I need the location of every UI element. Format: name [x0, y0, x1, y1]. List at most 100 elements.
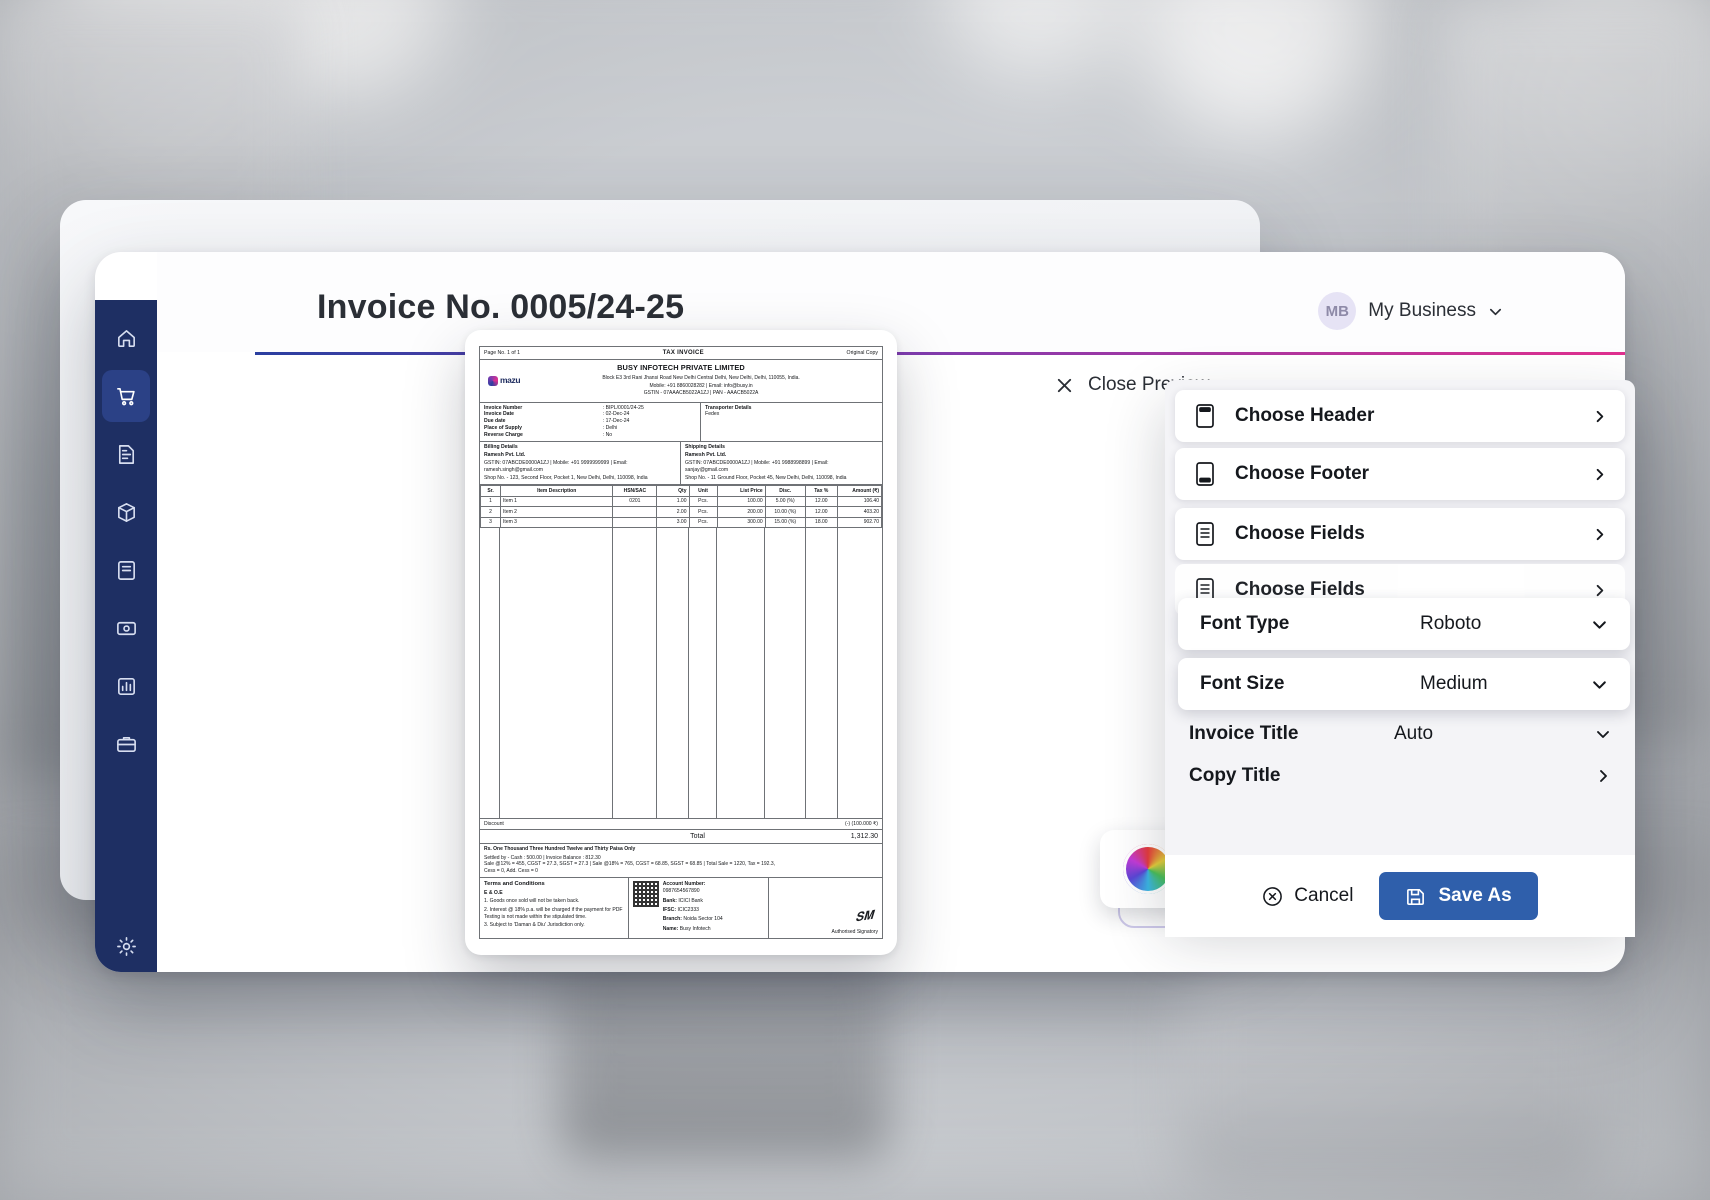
cell-disc: 10.00 (%) [764, 506, 806, 518]
copy-title-row[interactable]: Copy Title [1165, 764, 1635, 788]
account-switcher[interactable]: MB My Business [1318, 292, 1503, 330]
sidebar-item-business[interactable] [102, 718, 150, 770]
sidebar-item-documents[interactable] [102, 544, 150, 596]
choose-header-option[interactable]: Choose Header [1175, 390, 1625, 442]
cell-amount: 106.40 [836, 495, 883, 508]
invoice-meta-block: Invoice Number: BIPL/0001/24-25 Invoice … [480, 402, 882, 442]
chevron-down-icon [1489, 308, 1502, 315]
font-size-value: Medium [1420, 673, 1488, 694]
save-as-label: Save As [1438, 885, 1512, 906]
terms-and-conditions: Terms and Conditions E & O.E 1. Goods on… [480, 878, 629, 938]
cell-qty: 1.00 [656, 495, 690, 508]
gear-icon [116, 936, 136, 956]
transporter-value: Fedex [705, 411, 720, 418]
amount-in-words: Rs. One Thousand Three Hundred Twelve an… [484, 846, 636, 853]
billing-line2: ramesh.singh@gmail.com [484, 466, 543, 473]
note-icon [117, 560, 135, 580]
sidebar-item-payments[interactable] [102, 602, 150, 654]
header-layout-icon [1193, 403, 1217, 429]
invoice-page-no: Page No. 1 of 1 [484, 349, 521, 356]
bank-name-label: Name: [662, 925, 679, 932]
logo-mark-icon [488, 375, 498, 386]
billing-name: Ramesh Pvt. Ltd. [484, 451, 526, 458]
briefcase-icon [116, 736, 136, 752]
cell-hsn: 0201 [612, 495, 658, 508]
meta-value: : Delhi [602, 425, 618, 432]
account-label: Account Number: [662, 881, 706, 888]
table-row: 1 Item 1 0201 1.00 Pcs. 100.00 5.00 (%) … [479, 495, 883, 508]
sidebar [95, 300, 157, 972]
chevron-right-icon [1596, 410, 1604, 422]
cell-unit: Pcs. [688, 516, 718, 529]
billing-line1: GSTIN: 07ABCDE0000A1ZJ | Mobile: +91 999… [484, 459, 628, 466]
invoice-company-name: BUSY INFOTECH PRIVATE LIMITED [617, 363, 745, 373]
cell-qty: 3.00 [656, 516, 690, 529]
cell-hsn [612, 506, 658, 518]
font-size-label: Font Size [1200, 673, 1285, 694]
col-hsn: HSN/SAC [612, 485, 658, 497]
terms-eoe: E & O.E [484, 890, 503, 897]
invoice-copy-type: Original Copy [846, 349, 878, 356]
sidebar-item-home[interactable] [102, 312, 150, 364]
meta-key: Invoice Date [484, 411, 515, 418]
invoice-summary-block: Rs. One Thousand Three Hundred Twelve an… [480, 842, 882, 878]
terms-item: 1. Goods once sold will not be taken bac… [484, 898, 580, 905]
invoice-meta-fields: Invoice Number: BIPL/0001/24-25 Invoice … [480, 402, 702, 441]
col-unit: Unit [688, 485, 718, 497]
cancel-button[interactable]: Cancel [1262, 885, 1353, 907]
sidebar-item-inventory[interactable] [102, 486, 150, 538]
meta-key: Due date [484, 418, 506, 425]
font-type-row[interactable]: Font Type Roboto [1178, 598, 1630, 650]
tax-breakup-line-1: Sale @12% = 455, CGST = 27.3, SGST = 27.… [484, 861, 775, 868]
meta-value: : 17-Dec-24 [602, 418, 630, 425]
bar-chart-icon [117, 677, 135, 695]
shipping-title: Shipping Details [685, 443, 725, 450]
invoice-discount-row: Discount (-) (100.000 ₹) [480, 818, 882, 829]
invoice-title-row[interactable]: Invoice Title Auto [1165, 706, 1635, 762]
col-sr: Sr. [479, 485, 502, 497]
font-size-row[interactable]: Font Size Medium [1178, 658, 1630, 710]
cell-amount: 902.70 [836, 516, 883, 529]
cell-unit: Pcs. [688, 506, 718, 518]
cell-sr: 3 [479, 516, 502, 529]
qr-code-icon [632, 881, 659, 908]
account-number: 0987654567890 [662, 888, 700, 895]
cell-qty: 2.00 [656, 506, 690, 518]
panel-action-bar: Cancel Save As [1165, 855, 1635, 937]
bank-name-value: Busy Infotech [679, 925, 711, 932]
col-amount: Amount (₹) [836, 485, 883, 497]
billing-details: Billing Details Ramesh Pvt. Ltd. GSTIN: … [480, 441, 681, 485]
payment-icon [116, 621, 136, 635]
logo-wordmark: mazu [500, 375, 521, 386]
total-label: Total [690, 832, 705, 840]
sidebar-item-settings[interactable] [102, 920, 150, 972]
chevron-down-icon [1593, 680, 1606, 689]
branch-label: Branch: [662, 916, 682, 923]
signatory-label: Authorised Signatory [831, 929, 878, 936]
sidebar-item-sales[interactable] [102, 370, 150, 422]
discount-value: (-) (100.000 ₹) [845, 820, 878, 827]
choose-footer-option[interactable]: Choose Footer [1175, 448, 1625, 500]
table-row: 2 Item 2 2.00 Pcs. 200.00 10.00 (%) 12.0… [479, 506, 883, 518]
terms-title: Terms and Conditions [484, 881, 545, 888]
avatar: MB [1318, 292, 1357, 330]
invoice-company-address: Block E3 3rd Rani Jhansi Road New Delhi … [602, 375, 800, 382]
ifsc-value: ICIC2333 [677, 906, 699, 913]
col-desc: Item Description [500, 485, 614, 497]
shipping-address: Shop No. - 11 Ground Floor, Pocket 45, N… [685, 475, 847, 482]
sidebar-item-reports[interactable] [102, 660, 150, 712]
invoice-items-table: Sr. Item Description HSN/SAC Qty Unit Li… [479, 485, 883, 529]
bank-label: Bank: [662, 897, 677, 904]
discount-label: Discount [484, 820, 504, 827]
accent-divider [255, 352, 1625, 355]
meta-key: Invoice Number [484, 404, 523, 411]
invoice-doc-type: TAX INVOICE [662, 350, 704, 356]
cell-tax: 12.00 [804, 495, 838, 508]
cell-desc: Item 3 [500, 516, 614, 529]
chevron-right-icon [1596, 528, 1604, 540]
floppy-disk-icon [1407, 888, 1425, 905]
save-as-button[interactable]: Save As [1379, 872, 1538, 920]
choose-fields-option[interactable]: Choose Fields [1175, 508, 1625, 560]
cell-tax: 12.00 [804, 506, 838, 518]
sidebar-item-purchase[interactable] [102, 428, 150, 480]
